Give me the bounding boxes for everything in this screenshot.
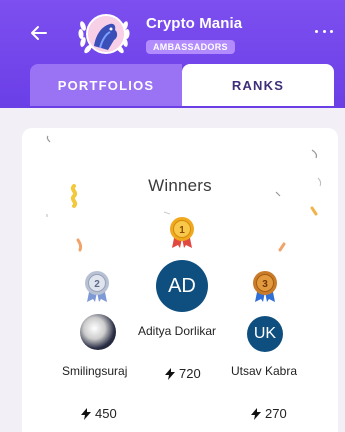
gold-medal-icon: 1 [170, 217, 194, 248]
ambassadors-badge: AMBASSADORS [146, 40, 235, 54]
third-place-name: Utsav Kabra [231, 364, 298, 378]
more-options-icon[interactable] [315, 26, 333, 36]
bolt-icon [251, 407, 261, 420]
bolt-icon [81, 407, 91, 420]
tab-bar: PORTFOLIOS RANKS [30, 64, 334, 106]
third-place-avatar[interactable]: UK [247, 316, 283, 352]
bronze-medal-icon: 3 [253, 271, 277, 302]
first-place-points: 720 [179, 366, 201, 381]
second-rank-number: 2 [94, 279, 100, 290]
app-header: Crypto Mania AMBASSADORS PORTFOLIOS RANK… [0, 0, 345, 108]
first-place-score: 720 [164, 366, 201, 381]
group-avatar [74, 8, 134, 60]
winners-title: Winners [148, 176, 212, 195]
first-place-avatar[interactable]: AD [156, 260, 208, 312]
second-place-score: 450 [80, 406, 117, 421]
third-place-score: 270 [250, 406, 287, 421]
tab-portfolios[interactable]: PORTFOLIOS [30, 64, 182, 106]
tab-ranks[interactable]: RANKS [182, 64, 334, 106]
winners-card: Winners 1 2 3 AD UK Aditya Dorlikar Smil… [22, 128, 338, 432]
first-place-name: Aditya Dorlikar [138, 324, 217, 338]
second-place-name: Smilingsuraj [62, 364, 128, 378]
first-rank-number: 1 [179, 225, 185, 236]
silver-medal-icon: 2 [85, 271, 109, 302]
third-place-points: 270 [265, 406, 287, 421]
third-rank-number: 3 [262, 279, 268, 290]
second-place-avatar[interactable] [80, 314, 116, 350]
second-place-points: 450 [95, 406, 117, 421]
group-title: Crypto Mania [146, 15, 243, 32]
bolt-icon [165, 367, 175, 380]
back-arrow-icon[interactable] [26, 20, 52, 46]
